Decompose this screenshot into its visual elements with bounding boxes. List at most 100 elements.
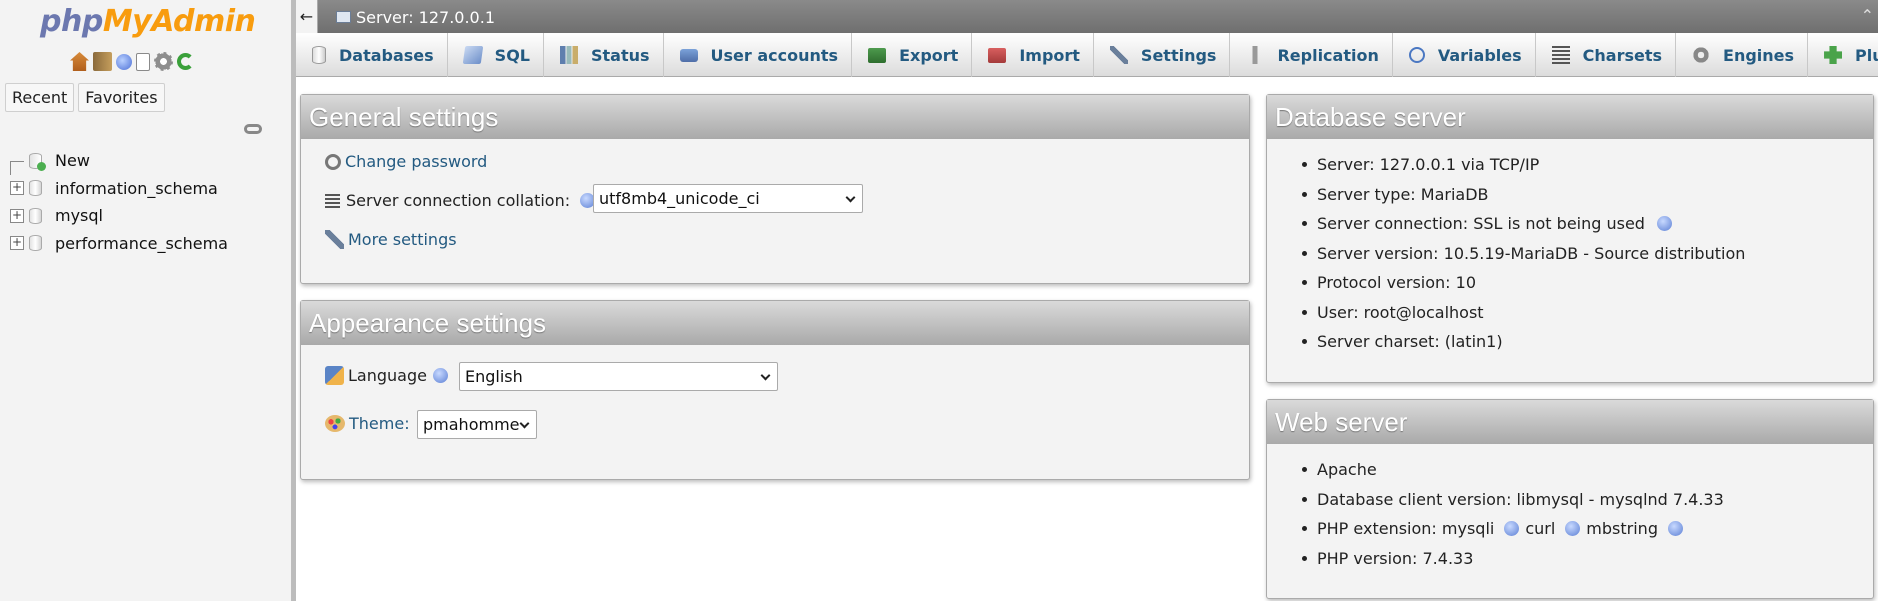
language-icon: [325, 366, 344, 385]
wrench-icon: [325, 230, 344, 249]
list-item: Server version: 10.5.19-MariaDB - Source…: [1301, 239, 1745, 269]
appearance-settings-panel: Appearance settings Language English The…: [300, 300, 1250, 480]
favorites-button[interactable]: Favorites: [78, 83, 165, 112]
database-icon: [29, 180, 42, 197]
logout-icon[interactable]: [93, 52, 112, 71]
tree-item-mysql[interactable]: + mysql: [10, 202, 228, 230]
tree-item-new[interactable]: New: [10, 147, 228, 175]
key-icon: [325, 153, 341, 170]
documentation-icon[interactable]: [136, 52, 150, 71]
database-icon: [312, 46, 326, 64]
help-icon[interactable]: [1667, 521, 1683, 537]
theme-row: Theme:: [325, 414, 410, 433]
help-icon[interactable]: [432, 368, 448, 383]
expand-icon[interactable]: ⌃: [1861, 6, 1874, 25]
charsets-icon: [1551, 46, 1570, 64]
web-server-panel: Web server Apache Database client versio…: [1266, 399, 1874, 599]
tree-connector: [10, 160, 24, 175]
palette-icon: [325, 415, 345, 432]
list-item: User: root@localhost: [1301, 298, 1745, 328]
users-icon: [679, 48, 698, 62]
tab-engines[interactable]: Engines: [1676, 33, 1809, 77]
tree-item-label: New: [55, 151, 90, 171]
server-icon: [336, 11, 351, 23]
tree-item-information-schema[interactable]: + information_schema: [10, 175, 228, 203]
home-icon[interactable]: [70, 52, 89, 71]
list-item: Server charset: (latin1): [1301, 327, 1745, 357]
panel-title: Database server: [1267, 95, 1873, 139]
recent-button[interactable]: Recent: [5, 83, 75, 112]
tree-item-label: performance_schema: [55, 233, 228, 253]
new-database-icon: [29, 152, 46, 171]
tree-item-label: information_schema: [55, 178, 218, 198]
top-menu: Databases SQL Status User accounts Expor…: [296, 33, 1878, 77]
list-item: PHP extension: mysqli curl mbstring: [1302, 514, 1724, 544]
tab-user-accounts[interactable]: User accounts: [664, 33, 853, 77]
help-icon[interactable]: [1504, 521, 1520, 537]
server-breadcrumb-bar: ← Server: 127.0.0.1 ⌃: [296, 0, 1878, 33]
tab-export[interactable]: Export: [852, 33, 973, 77]
theme-select[interactable]: pmahomme: [417, 410, 537, 439]
change-password-link[interactable]: Change password: [345, 152, 487, 171]
collapse-navigation-button[interactable]: ←: [296, 0, 318, 33]
tab-import[interactable]: Import: [972, 33, 1094, 77]
import-icon: [988, 47, 1007, 63]
language-row: Language: [325, 366, 448, 385]
list-item: Protocol version: 10: [1301, 268, 1745, 298]
expand-icon[interactable]: +: [10, 208, 24, 223]
wrench-icon: [1109, 46, 1128, 64]
tab-settings[interactable]: Settings: [1094, 33, 1231, 77]
database-tree: New + information_schema + mysql + perfo…: [10, 147, 228, 257]
gear-icon[interactable]: [154, 52, 173, 71]
database-icon: [29, 207, 42, 224]
panel-title: Appearance settings: [301, 301, 1249, 345]
collation-row: Server connection collation:: [325, 191, 596, 210]
tab-charsets[interactable]: Charsets: [1536, 33, 1677, 77]
language-select[interactable]: English: [459, 362, 778, 391]
server-breadcrumb[interactable]: Server: 127.0.0.1: [356, 8, 495, 27]
list-item: PHP version: 7.4.33: [1302, 544, 1724, 574]
change-password-row: Change password: [325, 152, 487, 171]
help-icon[interactable]: [1656, 216, 1672, 232]
tree-item-performance-schema[interactable]: + performance_schema: [10, 230, 228, 258]
collation-select[interactable]: utf8mb4_unicode_ci: [593, 184, 863, 213]
list-item: Server type: MariaDB: [1301, 180, 1745, 210]
general-settings-panel: General settings Change password Server …: [300, 94, 1250, 284]
reload-icon[interactable]: [177, 53, 194, 70]
tab-status[interactable]: Status: [544, 33, 664, 77]
tab-variables[interactable]: Variables: [1393, 33, 1536, 77]
list-item: Server connection: SSL is not being used: [1301, 209, 1745, 239]
expand-icon[interactable]: +: [10, 236, 24, 251]
database-server-info-list: Server: 127.0.0.1 via TCP/IP Server type…: [1301, 150, 1745, 357]
more-settings-link[interactable]: More settings: [348, 230, 457, 249]
more-settings-row: More settings: [325, 230, 457, 249]
navigation-resizer[interactable]: [292, 0, 296, 601]
list-icon: [325, 193, 340, 208]
help-icon[interactable]: [1565, 521, 1581, 537]
replication-icon: [1246, 46, 1265, 64]
chevron-down-icon: [845, 192, 856, 203]
tree-item-label: mysql: [55, 206, 103, 226]
status-icon: [560, 46, 578, 64]
sql-icon: [462, 46, 483, 64]
panel-title: General settings: [301, 95, 1249, 139]
tab-sql[interactable]: SQL: [448, 33, 544, 77]
web-server-info-list: Apache Database client version: libmysql…: [1302, 455, 1724, 574]
chevron-down-icon: [519, 418, 530, 429]
navigation-quick-links: [70, 52, 194, 71]
theme-link[interactable]: Theme:: [349, 414, 410, 433]
language-label: Language: [348, 366, 427, 385]
engines-icon: [1692, 46, 1711, 64]
tab-replication[interactable]: Replication: [1230, 33, 1393, 77]
navigation-panel: phpMyAdmin Recent Favorites New + inform…: [0, 0, 292, 601]
link-with-main-panel-icon[interactable]: [244, 124, 262, 134]
database-icon: [29, 235, 42, 252]
export-icon: [868, 47, 887, 63]
tab-databases[interactable]: Databases: [296, 33, 448, 77]
expand-icon[interactable]: +: [10, 181, 24, 196]
tab-plugins[interactable]: Plugins: [1808, 33, 1878, 77]
panel-title: Web server: [1267, 400, 1873, 444]
phpmyadmin-logo[interactable]: phpMyAdmin: [40, 4, 256, 39]
help-icon[interactable]: [116, 53, 132, 70]
variables-icon: [1408, 47, 1425, 63]
